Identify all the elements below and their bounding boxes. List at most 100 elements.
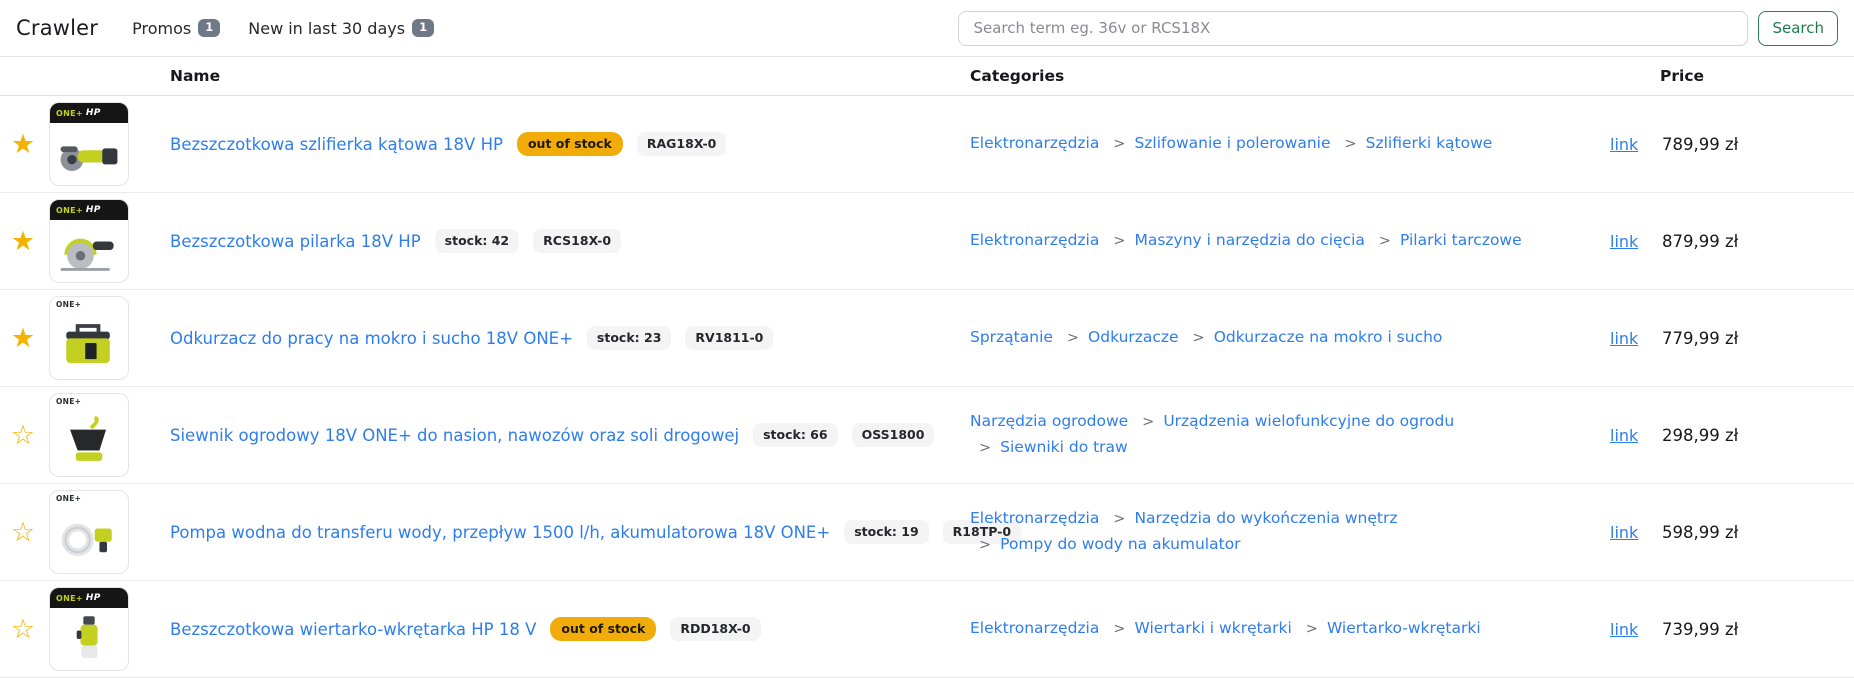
name-cell: Pompa wodna do transferu wody, przepływ …	[170, 520, 970, 544]
category-link[interactable]: Urządzenia wielofunkcyjne do ogrodu	[1163, 412, 1454, 430]
breadcrumb-segment: > Szlifierki kątowe	[1344, 134, 1492, 152]
filter-new-in-last-30-days[interactable]: New in last 30 days1	[248, 19, 434, 38]
out-of-stock-badge: out of stock	[517, 132, 623, 156]
product-price: 739,99 zł	[1660, 620, 1854, 639]
breadcrumb-segment: >Pilarki tarczowe	[1379, 231, 1522, 249]
name-cell: Bezszczotkowa szlifierka kątowa 18V HP o…	[170, 132, 970, 156]
category-link[interactable]: Szlifowanie i polerowanie	[1134, 134, 1330, 152]
brand-banner: ONE+	[50, 394, 128, 406]
breadcrumb-separator-icon: >	[1113, 511, 1125, 527]
category-link[interactable]: Siewniki do traw	[1000, 438, 1128, 456]
product-external-link[interactable]: link	[1610, 232, 1638, 251]
favorite-star-icon-outline[interactable]: ☆	[11, 616, 35, 643]
sku-badge: OSS1800	[852, 423, 935, 447]
filter-count-badge: 1	[412, 19, 434, 37]
product-external-link[interactable]: link	[1610, 620, 1638, 639]
product-name-link[interactable]: Bezszczotkowa pilarka 18V HP	[170, 232, 421, 251]
breadcrumb-separator-icon: >	[1306, 621, 1318, 637]
filter-count-badge: 1	[198, 19, 220, 37]
breadcrumb-segment: > Wiertarko-wkrętarki	[1306, 619, 1481, 637]
crawler-app: Crawler Promos1New in last 30 days1 Sear…	[0, 0, 1854, 676]
wet-dry-vacuum-image: ONE+	[49, 296, 129, 380]
column-header-price: Price	[1660, 67, 1854, 85]
product-table: ★ ONE+HP Bezszczotkowa szlifierka kątowa…	[0, 96, 1854, 678]
breadcrumb-separator-icon: >	[1344, 136, 1356, 152]
category-link[interactable]: Szlifierki kątowe	[1366, 134, 1493, 152]
category-link[interactable]: Wiertarki i wkrętarki	[1134, 619, 1291, 637]
category-link[interactable]: Narzędzia ogrodowe	[970, 412, 1128, 430]
sku-badge: RDD18X-0	[670, 617, 760, 641]
product-name-link[interactable]: Siewnik ogrodowy 18V ONE+ do nasion, naw…	[170, 426, 739, 445]
product-external-link[interactable]: link	[1610, 329, 1638, 348]
category-link[interactable]: Sprzątanie	[970, 328, 1053, 346]
product-name-link[interactable]: Odkurzacz do pracy na mokro i sucho 18V …	[170, 329, 573, 348]
favorite-cell: ★	[0, 325, 46, 352]
category-breadcrumb: Elektronarzędzia > Maszyny i narzędzia do…	[970, 228, 1610, 254]
sku-badge: RCS18X-0	[533, 229, 621, 253]
favorite-star-icon-filled[interactable]: ★	[11, 325, 35, 352]
product-art-icon	[50, 503, 128, 573]
table-header: Name Categories Price	[0, 57, 1854, 96]
product-art-icon	[50, 406, 128, 476]
product-price: 779,99 zł	[1660, 329, 1854, 348]
image-cell: ONE+	[46, 296, 170, 380]
product-art-icon	[50, 608, 128, 670]
breadcrumb-separator-icon: >	[1113, 621, 1125, 637]
product-price: 298,99 zł	[1660, 426, 1854, 445]
category-link[interactable]: Pompy do wody na akumulator	[1000, 535, 1240, 553]
stock-badge: stock: 23	[587, 326, 671, 350]
favorite-star-icon-filled[interactable]: ★	[11, 131, 35, 158]
category-link[interactable]: Odkurzacze na mokro i sucho	[1214, 328, 1443, 346]
filter-promos[interactable]: Promos1	[132, 19, 220, 38]
brand-banner: ONE+	[50, 491, 128, 503]
category-link[interactable]: Elektronarzędzia	[970, 134, 1099, 152]
category-link[interactable]: Pilarki tarczowe	[1400, 231, 1522, 249]
breadcrumb-segment: > Maszyny i narzędzia do cięcia	[1113, 231, 1365, 249]
category-link[interactable]: Narzędzia do wykończenia wnętrz	[1134, 509, 1397, 527]
breadcrumb-separator-icon: >	[1113, 233, 1125, 249]
search-button[interactable]: Search	[1758, 11, 1838, 46]
category-link[interactable]: Elektronarzędzia	[970, 509, 1099, 527]
angle-grinder-image: ONE+HP	[49, 102, 129, 186]
drill-driver-image: ONE+HP	[49, 587, 129, 671]
product-external-link[interactable]: link	[1610, 523, 1638, 542]
favorite-star-icon-filled[interactable]: ★	[11, 228, 35, 255]
favorite-star-icon-outline[interactable]: ☆	[11, 422, 35, 449]
breadcrumb-separator-icon: >	[1193, 330, 1205, 346]
name-cell: Siewnik ogrodowy 18V ONE+ do nasion, naw…	[170, 423, 970, 447]
link-cell: link	[1610, 232, 1660, 251]
product-name-link[interactable]: Bezszczotkowa wiertarko-wkrętarka HP 18 …	[170, 620, 536, 639]
category-link[interactable]: Wiertarko-wkrętarki	[1327, 619, 1481, 637]
search-input[interactable]	[958, 11, 1748, 46]
product-external-link[interactable]: link	[1610, 135, 1638, 154]
favorite-star-icon-outline[interactable]: ☆	[11, 519, 35, 546]
category-link[interactable]: Maszyny i narzędzia do cięcia	[1134, 231, 1364, 249]
link-cell: link	[1610, 329, 1660, 348]
name-cell: Odkurzacz do pracy na mokro i sucho 18V …	[170, 326, 970, 350]
favorite-cell: ☆	[0, 616, 46, 643]
category-link[interactable]: Elektronarzędzia	[970, 619, 1099, 637]
product-external-link[interactable]: link	[1610, 426, 1638, 445]
breadcrumb-segment: >Siewniki do traw	[979, 438, 1128, 456]
breadcrumb-segment: > Narzędzia do wykończenia wnętrz	[1113, 509, 1397, 527]
product-name-link[interactable]: Bezszczotkowa szlifierka kątowa 18V HP	[170, 135, 503, 154]
out-of-stock-badge: out of stock	[550, 617, 656, 641]
category-link[interactable]: Odkurzacze	[1088, 328, 1179, 346]
breadcrumb-separator-icon: >	[1113, 136, 1125, 152]
table-row: ☆ ONE+ Pompa wodna do transferu wody, pr…	[0, 484, 1854, 581]
breadcrumb-separator-icon: >	[1142, 414, 1154, 430]
image-cell: ONE+HP	[46, 102, 170, 186]
category-breadcrumb: Elektronarzędzia >Wiertarki i wkrętarki …	[970, 616, 1610, 642]
brand-banner: ONE+HP	[50, 588, 128, 608]
product-art-icon	[50, 309, 128, 379]
brand-label: HP	[86, 593, 101, 603]
sku-badge: RV1811-0	[685, 326, 773, 350]
product-art-icon	[50, 220, 128, 282]
category-link[interactable]: Elektronarzędzia	[970, 231, 1099, 249]
image-cell: ONE+HP	[46, 199, 170, 283]
water-pump-image: ONE+	[49, 490, 129, 574]
link-cell: link	[1610, 620, 1660, 639]
brand-label: ONE+	[56, 494, 81, 503]
product-name-link[interactable]: Pompa wodna do transferu wody, przepływ …	[170, 523, 830, 542]
brand-label: ONE+	[56, 206, 83, 215]
